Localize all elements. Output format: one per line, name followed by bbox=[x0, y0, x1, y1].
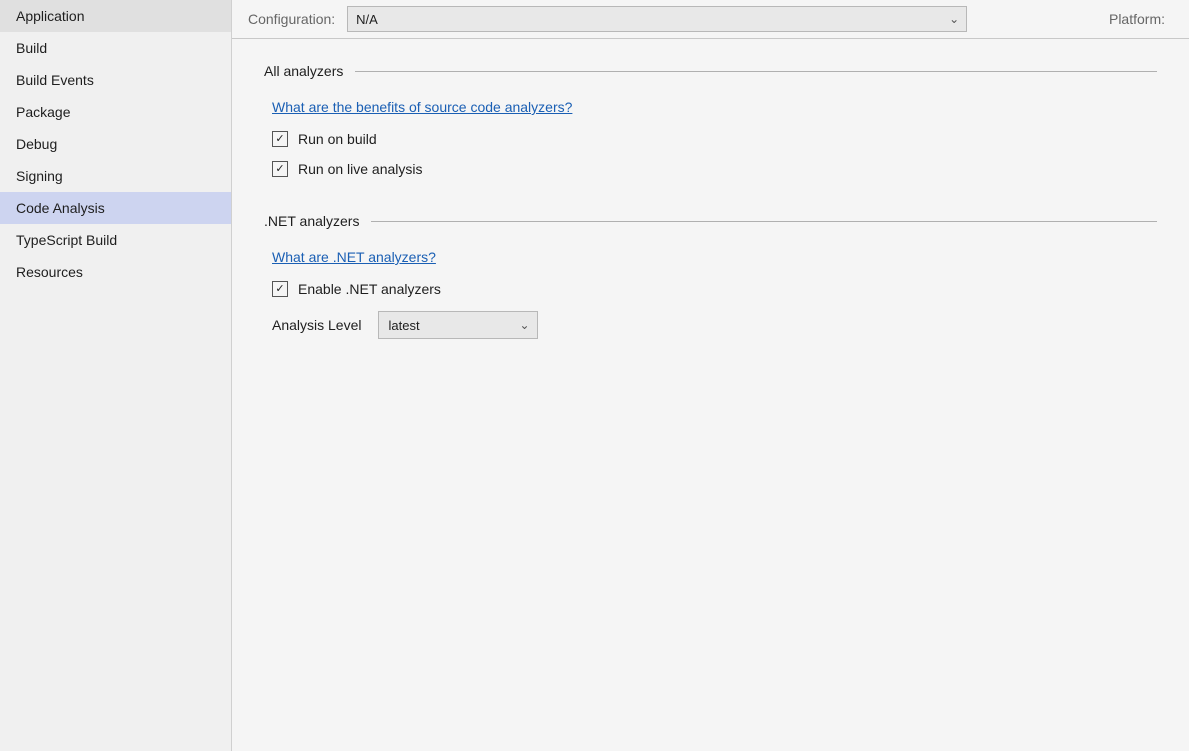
analysis-level-row: Analysis Level latestpreview54321 bbox=[272, 311, 1157, 339]
net-analyzers-header: .NET analyzers bbox=[264, 213, 1157, 229]
platform-label: Platform: bbox=[1109, 11, 1173, 27]
sidebar-item-debug[interactable]: Debug bbox=[0, 128, 231, 160]
all-analyzers-divider bbox=[355, 71, 1157, 72]
sidebar-item-resources[interactable]: Resources bbox=[0, 256, 231, 288]
analysis-level-select-wrapper[interactable]: latestpreview54321 bbox=[378, 311, 538, 339]
analysis-level-label: Analysis Level bbox=[272, 317, 362, 333]
enable-net-label: Enable .NET analyzers bbox=[298, 281, 441, 297]
sidebar-item-typescript-build[interactable]: TypeScript Build bbox=[0, 224, 231, 256]
net-analyzers-link[interactable]: What are .NET analyzers? bbox=[272, 249, 436, 265]
main-panel: Configuration: N/A Platform: All analyze… bbox=[232, 0, 1189, 751]
sidebar-item-code-analysis[interactable]: Code Analysis bbox=[0, 192, 231, 224]
sidebar-item-build[interactable]: Build bbox=[0, 32, 231, 64]
configuration-select[interactable]: N/A bbox=[347, 6, 967, 32]
enable-net-row: Enable .NET analyzers bbox=[272, 281, 1157, 297]
content-area: All analyzers What are the benefits of s… bbox=[232, 39, 1189, 751]
all-analyzers-header: All analyzers bbox=[264, 63, 1157, 79]
sidebar-item-application[interactable]: Application bbox=[0, 0, 231, 32]
run-on-live-checkbox[interactable] bbox=[272, 161, 288, 177]
enable-net-checkbox[interactable] bbox=[272, 281, 288, 297]
header-bar: Configuration: N/A Platform: bbox=[232, 0, 1189, 39]
sidebar-item-signing[interactable]: Signing bbox=[0, 160, 231, 192]
analysis-level-select[interactable]: latestpreview54321 bbox=[378, 311, 538, 339]
all-analyzers-link[interactable]: What are the benefits of source code ana… bbox=[272, 99, 572, 115]
sidebar: ApplicationBuildBuild EventsPackageDebug… bbox=[0, 0, 232, 751]
net-analyzers-title: .NET analyzers bbox=[264, 213, 359, 229]
run-on-build-checkbox[interactable] bbox=[272, 131, 288, 147]
all-analyzers-title: All analyzers bbox=[264, 63, 343, 79]
configuration-select-wrapper[interactable]: N/A bbox=[347, 6, 967, 32]
sidebar-item-package[interactable]: Package bbox=[0, 96, 231, 128]
all-analyzers-section: All analyzers What are the benefits of s… bbox=[264, 63, 1157, 177]
configuration-label: Configuration: bbox=[248, 11, 335, 27]
run-on-live-row: Run on live analysis bbox=[272, 161, 1157, 177]
run-on-build-row: Run on build bbox=[272, 131, 1157, 147]
net-analyzers-divider bbox=[371, 221, 1157, 222]
run-on-build-label: Run on build bbox=[298, 131, 377, 147]
sidebar-item-build-events[interactable]: Build Events bbox=[0, 64, 231, 96]
net-analyzers-section: .NET analyzers What are .NET analyzers? … bbox=[264, 213, 1157, 339]
run-on-live-label: Run on live analysis bbox=[298, 161, 423, 177]
